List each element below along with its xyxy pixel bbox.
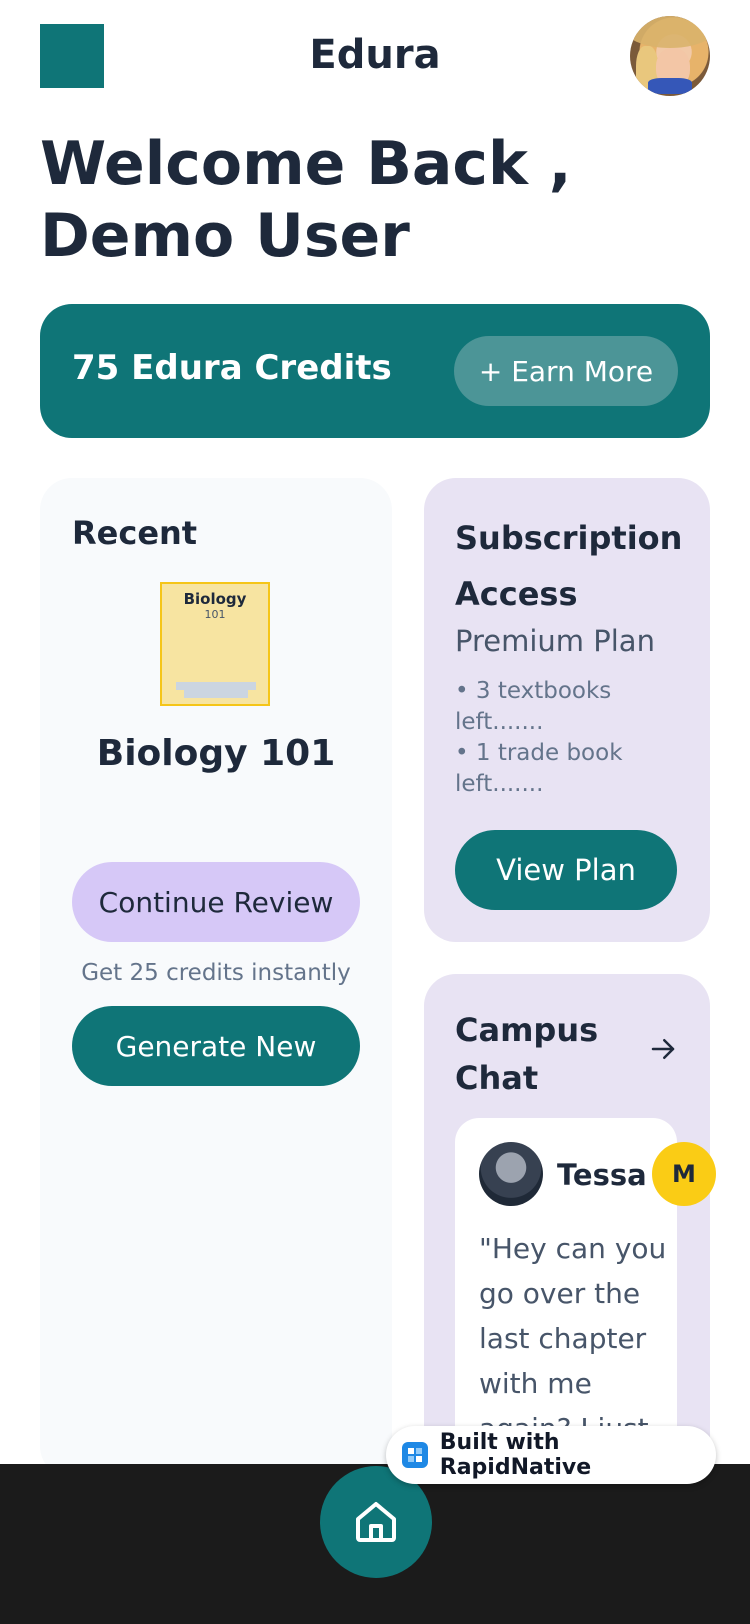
- chat-sender-name: Tessa: [557, 1158, 647, 1192]
- book-cover-decoration: [176, 682, 256, 690]
- rapidnative-logo-icon: [402, 1442, 428, 1468]
- avatar-hat: [630, 16, 710, 48]
- earn-more-button[interactable]: + Earn More: [454, 336, 678, 406]
- campus-chat-heading: Campus Chat: [455, 1011, 599, 1097]
- avatar-strap: [648, 78, 692, 94]
- plan-name: Premium Plan: [455, 624, 655, 658]
- credits-note: Get 25 credits instantly: [81, 960, 351, 986]
- plan-benefits-list: • 3 textbooks left....... • 1 trade book…: [455, 676, 685, 800]
- plan-benefit-item: • 1 trade book left.......: [455, 740, 623, 797]
- recent-heading: Recent: [72, 514, 198, 552]
- plan-benefit-item: • 3 textbooks left.......: [455, 678, 612, 735]
- recent-card: Recent Biology 101 Biology 101 Continue …: [40, 478, 392, 1478]
- recent-book-title: Biology 101: [96, 733, 336, 774]
- continue-review-button[interactable]: Continue Review: [72, 862, 360, 942]
- built-with-badge[interactable]: Built with RapidNative: [386, 1426, 716, 1484]
- view-plan-button[interactable]: View Plan: [455, 830, 677, 910]
- generate-new-button[interactable]: Generate New: [72, 1006, 360, 1086]
- subscription-card: Subscription Access Premium Plan • 3 tex…: [424, 478, 710, 942]
- welcome-heading: Welcome Back , Demo User: [40, 129, 572, 271]
- user-avatar[interactable]: [630, 16, 710, 96]
- book-cover[interactable]: Biology 101: [160, 582, 270, 706]
- chat-message-text: "Hey can you go over the last chapter wi…: [479, 1232, 667, 1445]
- built-with-label: Built with RapidNative: [439, 1430, 592, 1480]
- book-cover-decoration: [184, 690, 248, 698]
- credits-label: 75 Edura Credits: [72, 348, 392, 388]
- credits-card: 75 Edura Credits + Earn More: [40, 304, 710, 438]
- app-header: Edura: [0, 0, 750, 120]
- book-cover-subtitle: 101: [204, 608, 226, 621]
- campus-chat-card[interactable]: Campus Chat Tessa "Hey can you go over t…: [424, 974, 710, 1498]
- book-cover-title: Biology: [183, 590, 247, 608]
- home-icon: [356, 1502, 396, 1542]
- user-initial-badge[interactable]: M: [652, 1142, 716, 1206]
- subscription-heading: Subscription Access: [455, 519, 683, 613]
- chat-avatar: [479, 1142, 543, 1206]
- arrow-right-icon[interactable]: [648, 1034, 678, 1064]
